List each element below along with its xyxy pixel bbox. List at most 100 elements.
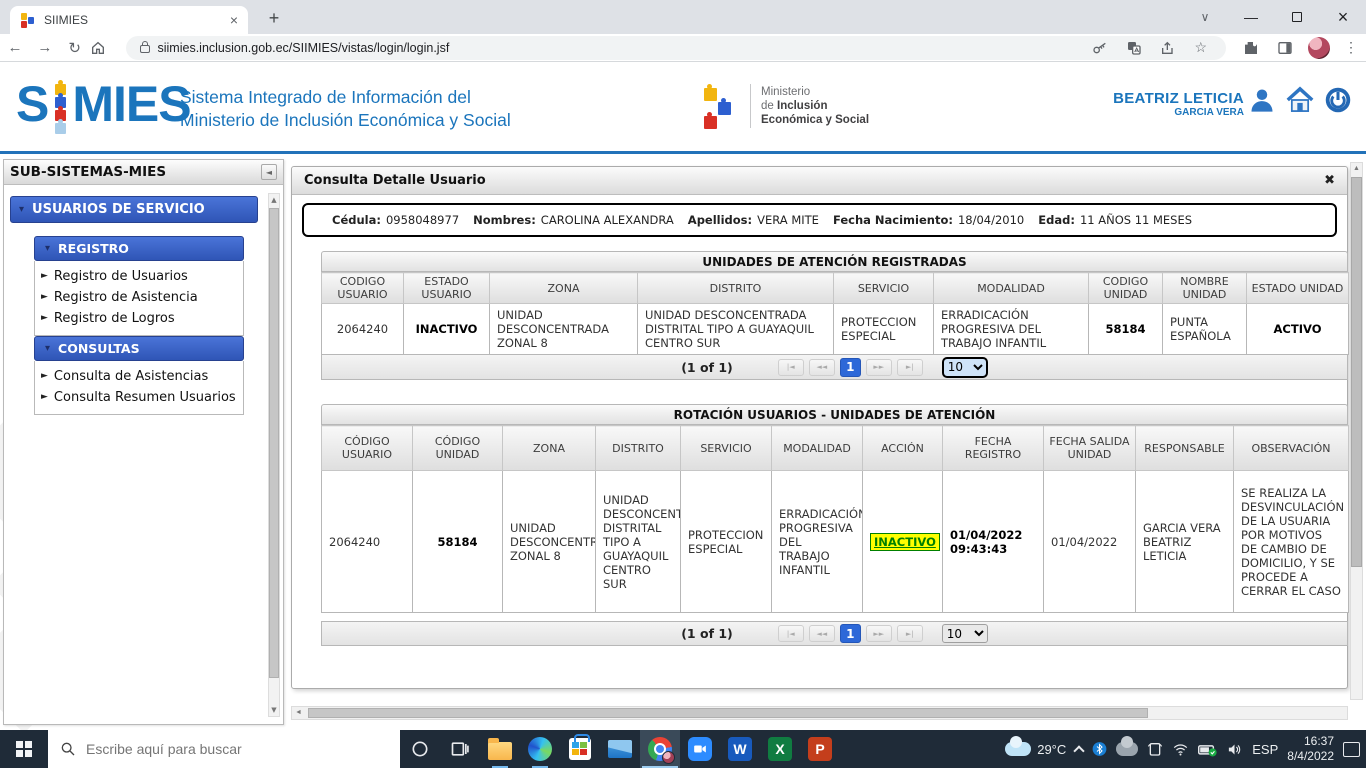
first-page-button[interactable]: |◄ [778, 625, 804, 642]
cell-zona: UNIDAD DESCONCENTRADA ZONAL 8 [503, 471, 596, 613]
start-button[interactable] [0, 730, 48, 768]
menu-item-registro-usuarios[interactable]: ►Registro de Usuarios [41, 266, 239, 287]
current-page-button[interactable]: 1 [840, 624, 861, 643]
extensions-button[interactable] [1243, 40, 1259, 56]
powerpoint-button[interactable]: P [800, 730, 840, 768]
first-page-button[interactable]: |◄ [778, 359, 804, 376]
sidebar-accordion-usuarios[interactable]: ▾ USUARIOS DE SERVICIO [10, 196, 258, 223]
menu-item-consulta-asistencias[interactable]: ►Consulta de Asistencias [41, 366, 239, 387]
main-vertical-scrollbar[interactable]: ▲ [1350, 162, 1363, 700]
bullet-icon: ► [41, 266, 48, 287]
edad-label: Edad: [1038, 213, 1075, 227]
zoom-button[interactable] [680, 730, 720, 768]
file-explorer-icon [488, 742, 512, 760]
password-key-button[interactable] [1092, 40, 1108, 56]
col-header: NOMBRE UNIDAD [1163, 273, 1247, 304]
clock-widget[interactable]: 16:37 8/4/2022 [1287, 734, 1334, 764]
accion-inactivo-link[interactable]: INACTIVO [870, 533, 940, 551]
col-header: CODIGO UNIDAD [1089, 273, 1163, 304]
ministry-logo: Ministerio de Inclusión Económica y Soci… [700, 80, 869, 132]
menu-section-consultas[interactable]: ▾ CONSULTAS [34, 336, 244, 361]
horizontal-scroll-thumb[interactable] [308, 708, 1148, 718]
onedrive-icon[interactable] [1116, 742, 1138, 756]
bookmark-star-button[interactable]: ☆ [1194, 39, 1207, 56]
profile-avatar[interactable] [1308, 37, 1330, 59]
side-panel-button[interactable] [1277, 40, 1293, 56]
current-page-button[interactable]: 1 [840, 358, 861, 377]
sidebar-scrollbar[interactable]: ▲ ▼ [268, 193, 280, 717]
page-size-select[interactable]: 10 [942, 624, 988, 643]
chrome-button[interactable] [640, 730, 680, 768]
home-nav-button home-icon[interactable] [1286, 86, 1314, 114]
apellidos-label: Apellidos: [688, 213, 752, 227]
excel-button[interactable]: X [760, 730, 800, 768]
section-label: CONSULTAS [58, 341, 140, 356]
battery-shield-icon[interactable] [1198, 742, 1217, 757]
browser-menu-button[interactable]: ⋮ [1344, 39, 1358, 56]
file-explorer-button[interactable] [480, 730, 520, 768]
window-controls: ∨ — × [1182, 0, 1366, 34]
user-profile-button user-icon[interactable] [1248, 86, 1276, 114]
panel-close-button close-icon[interactable]: ✖ [1324, 173, 1335, 188]
menu-item-registro-asistencia[interactable]: ►Registro de Asistencia [41, 287, 239, 308]
sidebar-scroll-thumb[interactable] [269, 208, 279, 678]
display-connect-icon[interactable] [1147, 741, 1163, 757]
cell-modalidad: ERRADICACIÓN PROGRESIVA DEL TRABAJO INFA… [772, 471, 863, 613]
scroll-up-icon[interactable]: ▲ [1351, 165, 1362, 172]
prev-page-button[interactable]: ◄◄ [809, 625, 835, 642]
back-button[interactable]: ← [0, 39, 30, 56]
main-horizontal-scrollbar[interactable]: ◄ [291, 706, 1348, 720]
close-window-button[interactable]: × [1320, 0, 1366, 34]
wifi-icon[interactable] [1172, 742, 1189, 757]
home-button[interactable] [90, 40, 120, 56]
hidden-icons-chevron-icon[interactable] [1074, 745, 1085, 756]
language-indicator[interactable]: ESP [1252, 742, 1278, 757]
col-header: ACCIÓN [863, 426, 943, 471]
browser-tab[interactable]: SIIMIES × [10, 6, 248, 34]
prev-page-button[interactable]: ◄◄ [809, 359, 835, 376]
scroll-down-icon[interactable]: ▼ [269, 706, 279, 714]
translate-button[interactable] [1126, 40, 1142, 56]
next-page-button[interactable]: ►► [866, 625, 892, 642]
reload-button[interactable]: ↻ [60, 39, 90, 57]
restore-icon [1292, 12, 1302, 22]
cortana-button[interactable] [400, 730, 440, 768]
taskbar-search[interactable] [48, 730, 400, 768]
mail-button[interactable] [600, 730, 640, 768]
new-tab-button[interactable]: + [262, 8, 286, 29]
word-button[interactable]: W [720, 730, 760, 768]
menu-section-registro[interactable]: ▾ REGISTRO [34, 236, 244, 261]
scroll-left-icon[interactable]: ◄ [295, 709, 302, 716]
next-page-button[interactable]: ►► [866, 359, 892, 376]
logout-power-button power-icon[interactable] [1324, 86, 1352, 114]
tab-close-icon[interactable]: × [230, 12, 238, 28]
cell-estado-unidad: ACTIVO [1247, 304, 1349, 355]
volume-icon[interactable] [1226, 742, 1243, 757]
menu-item-registro-logros[interactable]: ►Registro de Logros [41, 308, 239, 329]
col-header: CÓDIGO USUARIO [322, 426, 413, 471]
address-bar[interactable]: siimies.inclusion.gob.ec/SIIMIES/vistas/… [126, 36, 1227, 60]
last-page-button[interactable]: ►| [897, 359, 923, 376]
last-page-button[interactable]: ►| [897, 625, 923, 642]
menu-item-consulta-resumen[interactable]: ►Consulta Resumen Usuarios [41, 387, 239, 408]
action-center-icon[interactable] [1343, 742, 1360, 757]
task-view-button[interactable] [440, 730, 480, 768]
translate-icon [1126, 40, 1142, 56]
microsoft-store-button[interactable] [560, 730, 600, 768]
scroll-up-icon[interactable]: ▲ [269, 196, 279, 204]
bullet-icon: ► [41, 287, 48, 308]
edge-button[interactable] [520, 730, 560, 768]
vertical-scroll-thumb[interactable] [1351, 177, 1362, 567]
page-size-select[interactable]: 10 [942, 357, 988, 378]
tab-search-chevron-icon[interactable]: ∨ [1182, 0, 1228, 34]
apellidos-value: VERA MITE [757, 213, 819, 227]
weather-widget[interactable]: 29°C [1005, 742, 1066, 757]
search-input[interactable] [86, 741, 366, 757]
bluetooth-icon[interactable] [1092, 741, 1107, 757]
forward-button[interactable]: → [30, 39, 60, 56]
minimize-button[interactable]: — [1228, 0, 1274, 34]
restore-button[interactable] [1274, 0, 1320, 34]
share-button[interactable] [1160, 40, 1176, 56]
ministry-line3: Económica y Social [761, 113, 869, 127]
sidebar-collapse-button[interactable]: ◄ [261, 164, 277, 180]
